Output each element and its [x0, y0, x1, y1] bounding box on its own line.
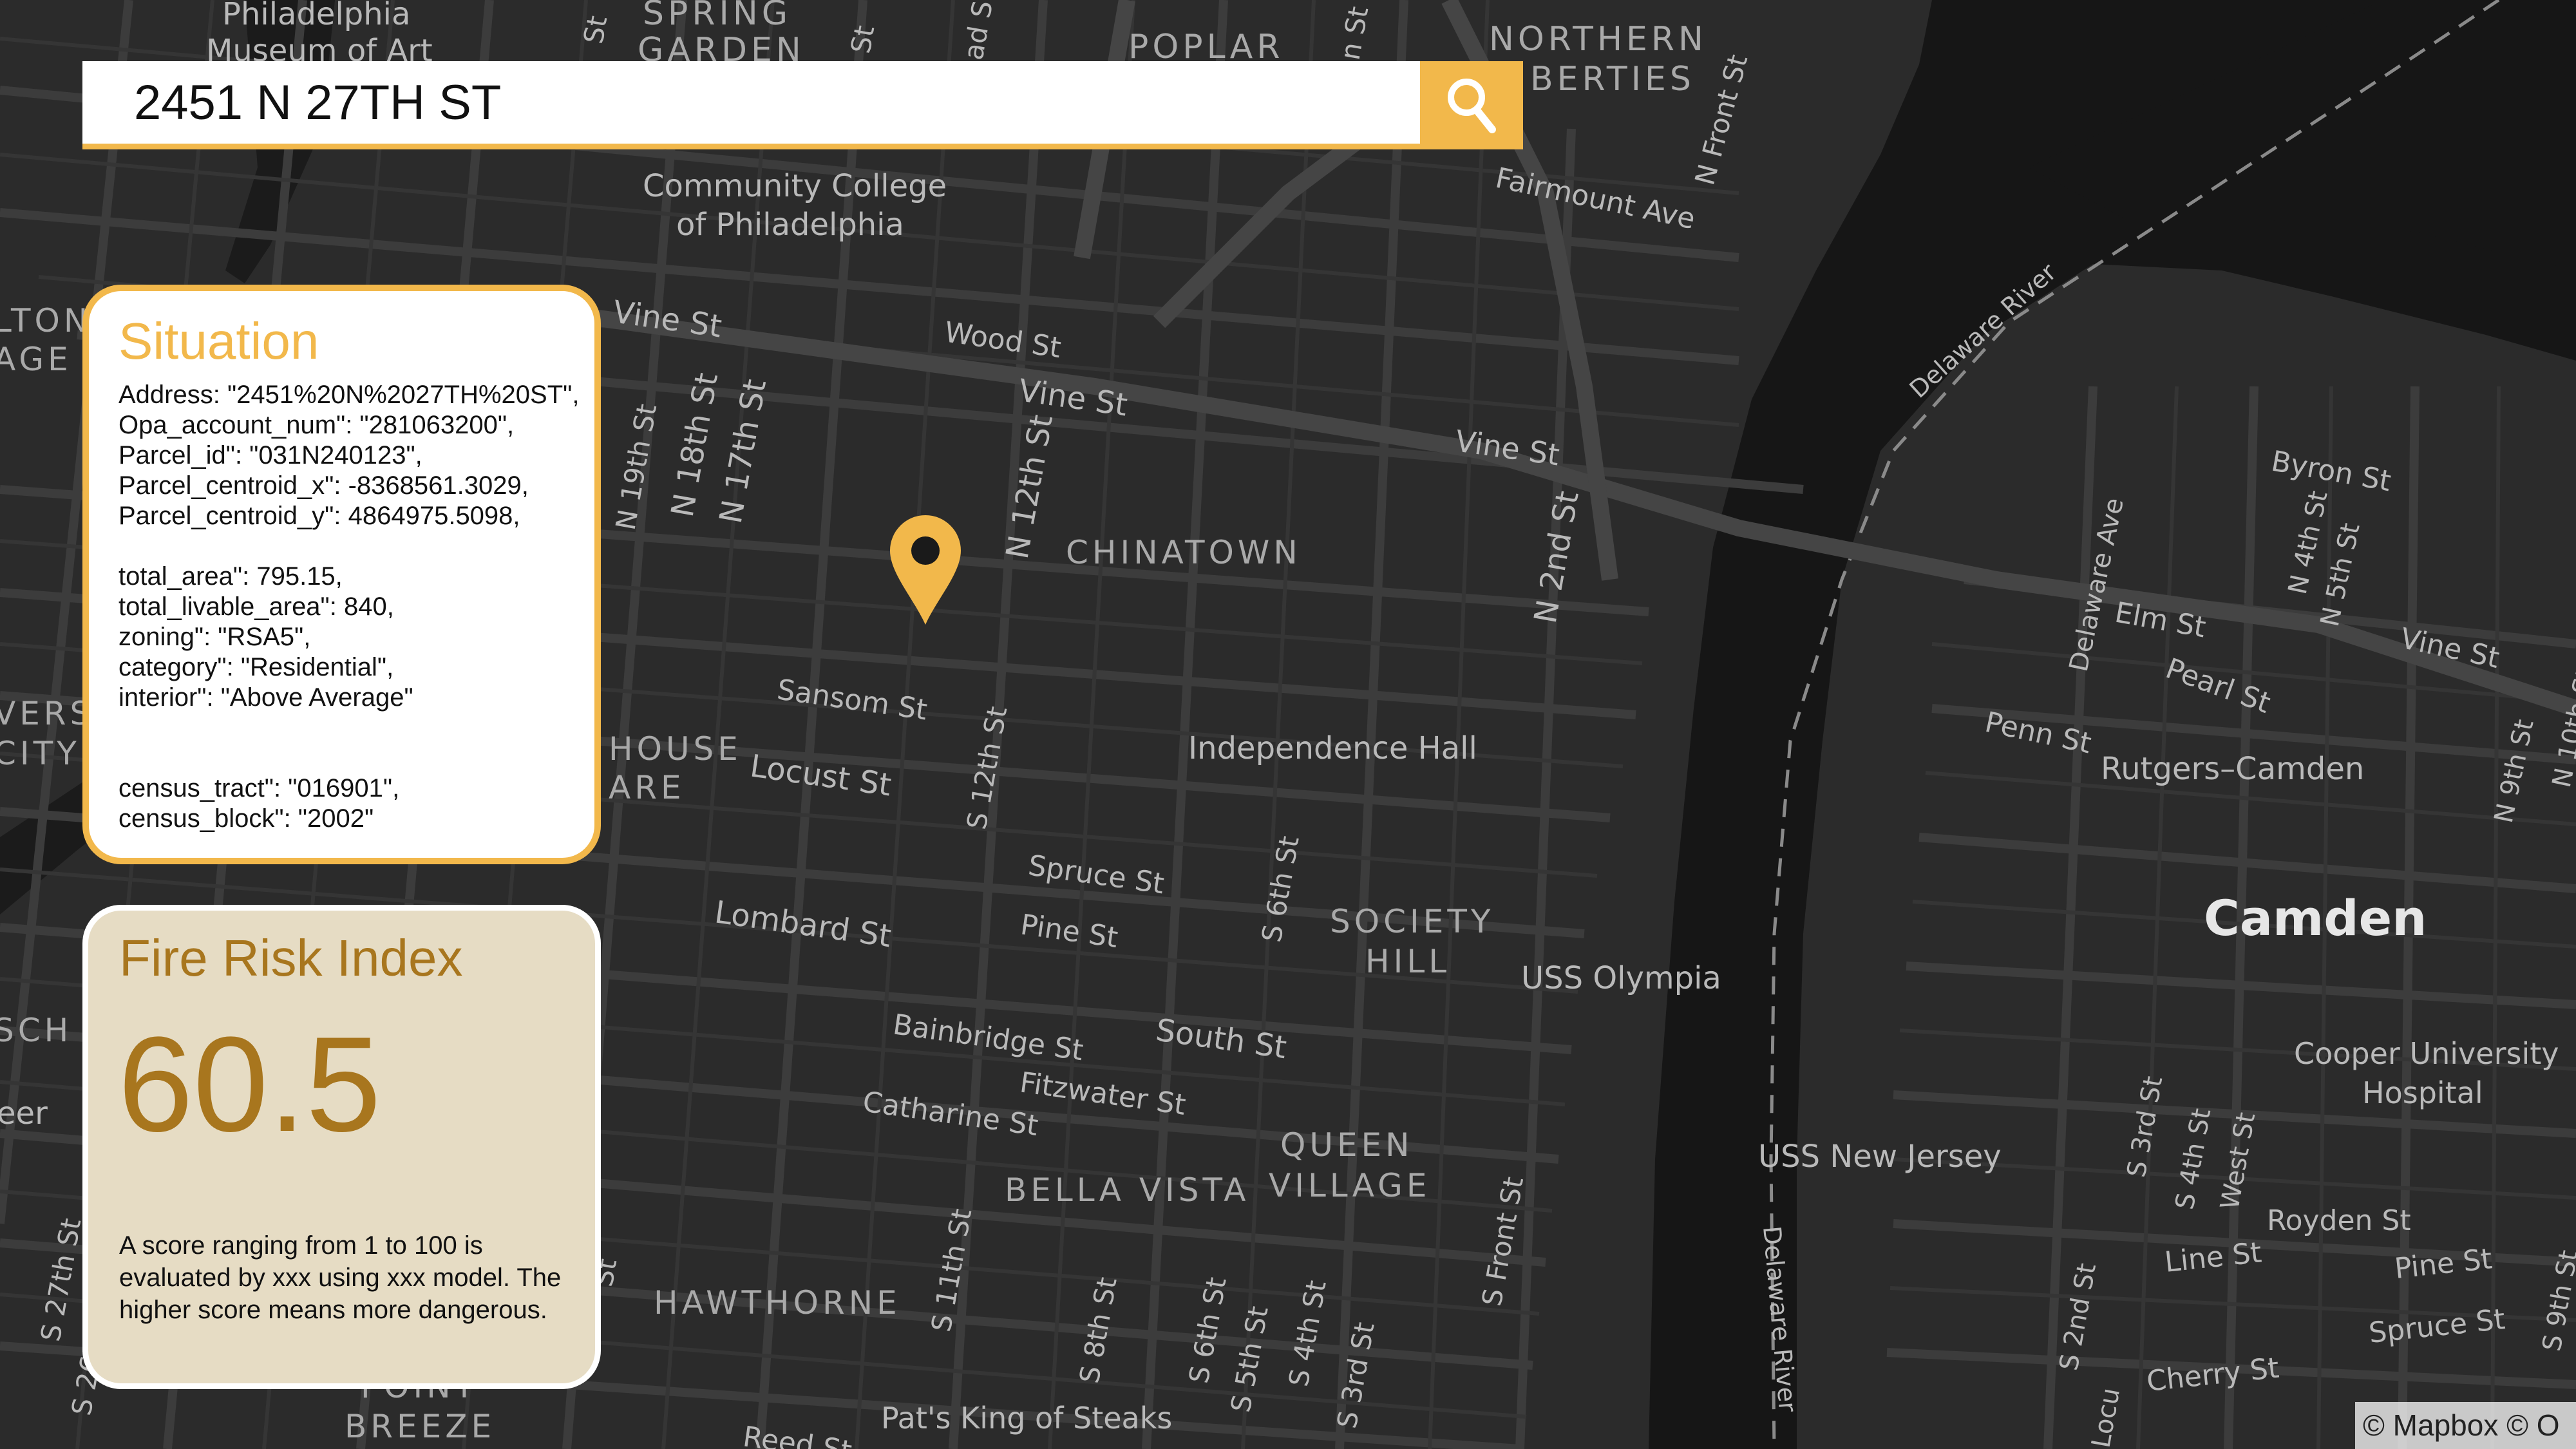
map-label: ARE [609, 769, 685, 806]
map-label: of Philadelphia [676, 207, 904, 243]
map-label: Community College [643, 168, 947, 204]
search-icon [1448, 78, 1496, 133]
detail-spacer [118, 713, 589, 773]
map-label: Pat's King of Steaks [881, 1401, 1172, 1435]
map-label: eer [0, 1095, 48, 1132]
detail-spacer [118, 531, 589, 562]
situation-panel: Situation Address: "2451%20N%2027TH%20ST… [82, 285, 601, 864]
map-label: SCH [0, 1012, 72, 1049]
detail-opa-account: Opa_account_num": "281063200", [118, 411, 515, 439]
detail-category: category": "Residential", [118, 653, 394, 681]
detail-address: Address: "2451%20N%2027TH%20ST", [118, 381, 580, 409]
map-label: USS Olympia [1521, 960, 1721, 996]
map-label: BERTIES [1530, 60, 1695, 99]
fire-risk-panel: Fire Risk Index 60.5 A score ranging fro… [82, 905, 601, 1389]
map-label: CHINATOWN [1066, 534, 1302, 571]
search-input[interactable] [134, 61, 1358, 144]
map-label: NORTHERN [1489, 20, 1707, 59]
detail-livable-area: total_livable_area": 840, [118, 592, 394, 621]
detail-centroid-x: Parcel_centroid_x": -8368561.3029, [118, 471, 529, 500]
map-label: Hospital [2362, 1075, 2483, 1110]
map-label: BREEZE [345, 1408, 495, 1445]
map-attribution[interactable]: © Mapbox © O [2355, 1402, 2576, 1449]
map-label: SOCIETY [1330, 903, 1494, 940]
map-label: St [845, 23, 881, 56]
map-label: BELLA VISTA [1005, 1171, 1249, 1209]
detail-interior: interior": "Above Average" [118, 683, 413, 712]
map-label: Rutgers–Camden [2101, 751, 2364, 787]
fire-risk-description: A score ranging from 1 to 100 is evaluat… [119, 1231, 562, 1324]
fire-risk-title: Fire Risk Index [119, 929, 463, 987]
map-label: LTON [0, 302, 91, 339]
situation-title: Situation [118, 312, 319, 370]
situation-details: Address: "2451%20N%2027TH%20ST", Opa_acc… [118, 380, 589, 834]
search-bar [82, 61, 1422, 149]
detail-centroid-y: Parcel_centroid_y": 4864975.5098, [118, 502, 520, 530]
map-label: HAWTHORNE [654, 1284, 901, 1321]
search-button[interactable] [1420, 61, 1523, 149]
map-label: Camden [2204, 889, 2427, 947]
map-label: AGE [0, 341, 72, 378]
map-label: Royden St [2267, 1204, 2411, 1237]
map-label: Independence Hall [1188, 730, 1477, 766]
detail-parcel-id: Parcel_id": "031N240123", [118, 441, 422, 469]
map-label: Philadelphia [222, 0, 410, 32]
map-label: SPRING [643, 0, 791, 33]
detail-zoning: zoning": "RSA5", [118, 623, 311, 651]
detail-total-area: total_area": 795.15, [118, 562, 343, 591]
map-label: HILL [1365, 943, 1450, 980]
detail-census-tract: census_tract": "016901", [118, 774, 400, 802]
map-label: QUEEN [1280, 1126, 1414, 1164]
map-label: HOUSE [609, 730, 742, 768]
map-label: VILLAGE [1269, 1167, 1430, 1204]
detail-census-block: census_block": "2002" [118, 804, 374, 833]
fire-risk-score: 60.5 [118, 1009, 381, 1160]
map-label: CITY [0, 735, 80, 772]
map-label: USS New Jersey [1758, 1139, 2002, 1175]
map-label: POPLAR [1128, 28, 1284, 66]
map-label: VERS [0, 695, 94, 732]
map-label: Cooper University [2294, 1036, 2559, 1071]
map-label: St [578, 14, 614, 46]
